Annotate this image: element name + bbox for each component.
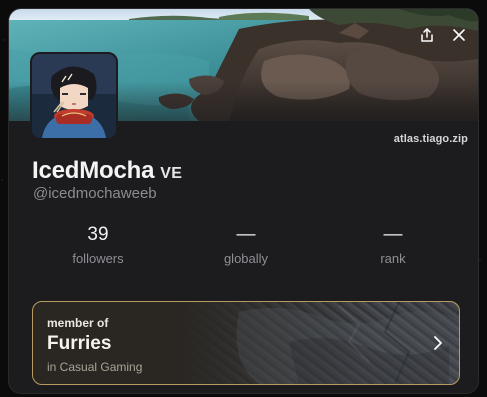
- membership-eyebrow: member of: [47, 316, 109, 330]
- stat-label: rank: [380, 251, 406, 266]
- share-icon: [421, 28, 433, 42]
- close-button[interactable]: [447, 23, 471, 47]
- profile-domain-link[interactable]: atlas.tiago.zip: [394, 133, 468, 145]
- avatar: [30, 52, 118, 140]
- membership-context: in Casual Gaming: [47, 360, 143, 374]
- chevron-right-icon: [434, 336, 442, 350]
- stat-value: —: [383, 224, 403, 245]
- membership-texture-image: [236, 302, 459, 384]
- stat-value: 39: [87, 224, 109, 245]
- stat-value: —: [236, 224, 256, 245]
- share-button[interactable]: [415, 23, 439, 47]
- name-badge: VE: [160, 165, 183, 182]
- stat-label: globally: [223, 251, 269, 266]
- stat-rank: — rank: [333, 223, 453, 266]
- close-icon: [453, 29, 465, 41]
- stat-followers: 39 followers: [38, 223, 158, 266]
- display-name: IcedMocha: [32, 157, 155, 184]
- membership-group-name: Furries: [47, 333, 112, 354]
- membership-card[interactable]: member of Furries in Casual Gaming: [32, 301, 460, 385]
- stats-row: 39 followers — globally — rank: [9, 223, 478, 283]
- user-handle: @icedmochaweeb: [33, 185, 157, 202]
- avatar-anime-character-image: [32, 54, 116, 138]
- stat-globally: — globally: [186, 223, 306, 266]
- name-row: IcedMocha VE: [32, 157, 182, 185]
- page-backdrop: atlas.tiago.zip IcedMocha VE @icedmochaw…: [0, 0, 487, 397]
- stat-label: followers: [72, 251, 124, 266]
- profile-card: atlas.tiago.zip IcedMocha VE @icedmochaw…: [9, 9, 478, 393]
